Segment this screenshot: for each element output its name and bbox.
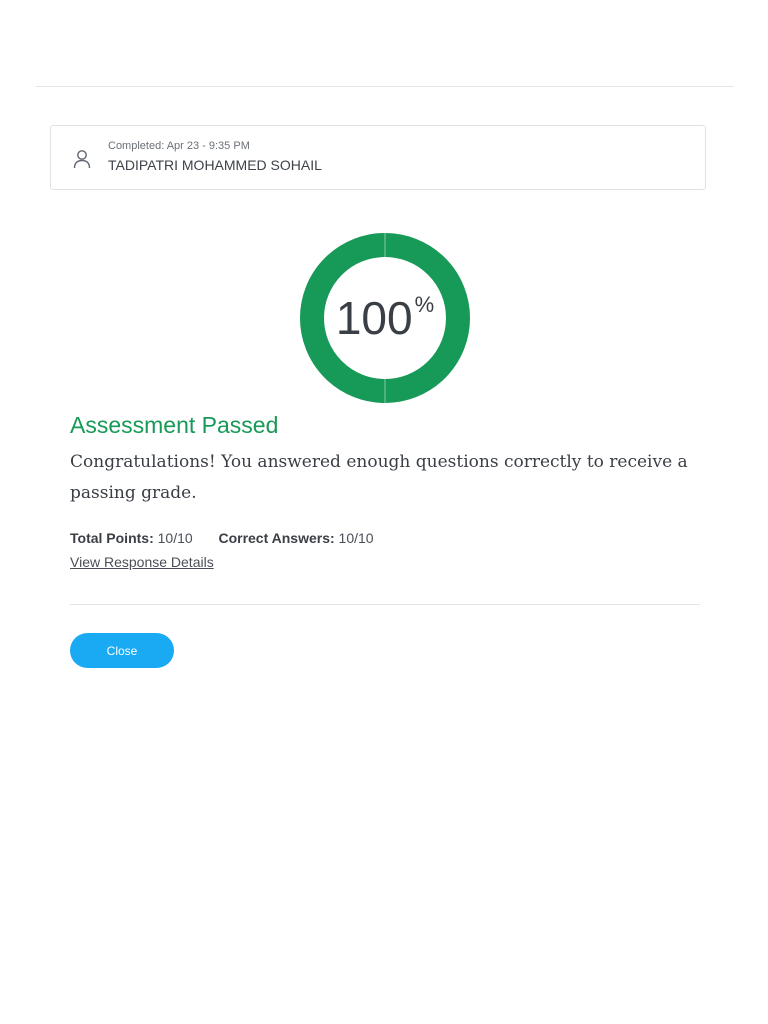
total-points-label: Total Points: (70, 530, 154, 546)
result-message: Congratulations! You answered enough que… (70, 452, 688, 503)
score-ring (300, 233, 470, 403)
submission-card: Completed: Apr 23 - 9:35 PM TADIPATRI MO… (50, 125, 706, 190)
score-ring-progress (300, 233, 470, 403)
correct-answers-label: Correct Answers: (218, 530, 335, 546)
score-stats: Total Points: 10/10 Correct Answers: 10/… (70, 530, 374, 546)
total-points-value: 10/10 (157, 530, 193, 546)
close-button[interactable]: Close (70, 633, 174, 668)
user-icon (73, 150, 91, 169)
assessment-result-page: Completed: Apr 23 - 9:35 PM TADIPATRI MO… (0, 0, 768, 1024)
bottom-divider (70, 604, 700, 605)
top-divider (36, 86, 734, 87)
user-name: TADIPATRI MOHAMMED SOHAIL (108, 157, 322, 173)
completed-timestamp: Completed: Apr 23 - 9:35 PM (108, 140, 250, 152)
view-response-details-link[interactable]: View Response Details (70, 554, 214, 570)
result-title: Assessment Passed (70, 412, 279, 438)
correct-answers-value: 10/10 (338, 530, 374, 546)
